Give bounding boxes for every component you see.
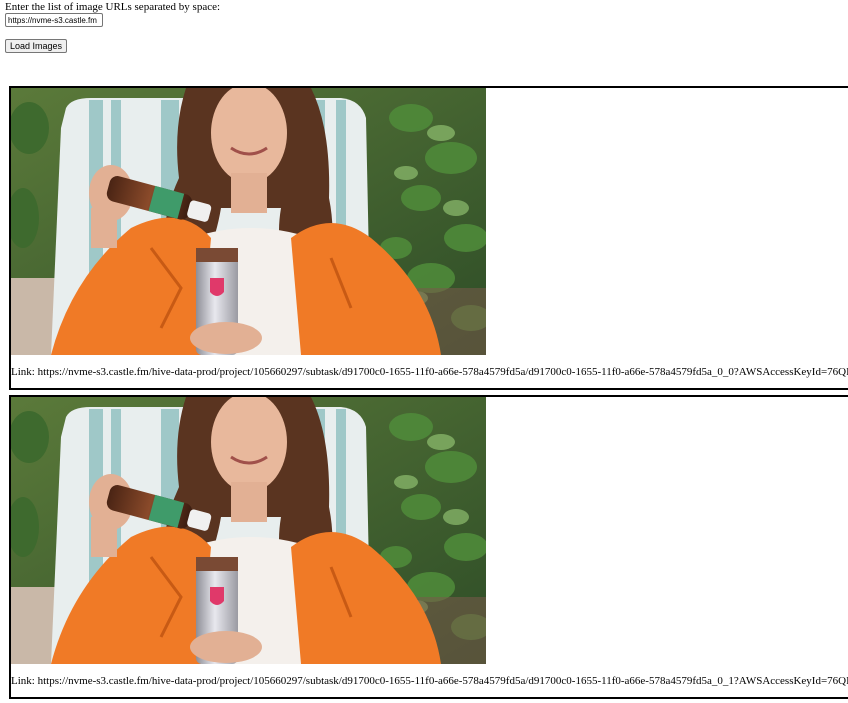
image-card: Link: https://nvme-s3.castle.fm/hive-dat… (9, 86, 848, 390)
image-card: Link: https://nvme-s3.castle.fm/hive-dat… (9, 395, 848, 699)
url-list-prompt: Enter the list of image URLs separated b… (5, 1, 221, 13)
link-url: https://nvme-s3.castle.fm/hive-data-prod… (37, 366, 848, 378)
image-link: Link: https://nvme-s3.castle.fm/hive-dat… (11, 675, 848, 687)
link-url: https://nvme-s3.castle.fm/hive-data-prod… (37, 675, 848, 687)
link-prefix: Link: (11, 675, 38, 687)
url-list-input[interactable] (5, 13, 103, 27)
link-prefix: Link: (11, 366, 38, 378)
loaded-image (11, 397, 486, 664)
loaded-image (11, 88, 486, 355)
image-link: Link: https://nvme-s3.castle.fm/hive-dat… (11, 366, 848, 378)
load-images-button[interactable]: Load Images (5, 39, 68, 53)
